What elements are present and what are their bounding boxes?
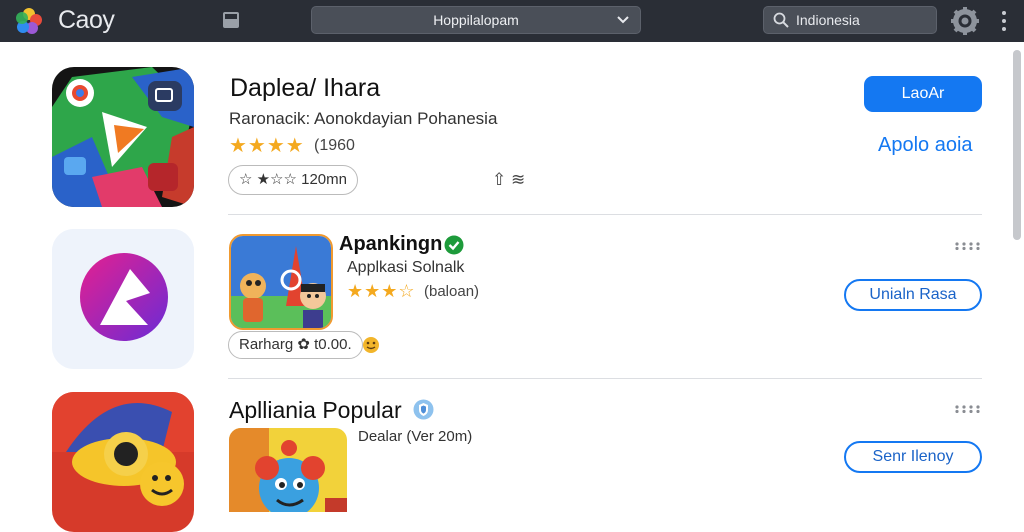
featured-extra-icons[interactable]: ⇧ ≋ [492, 170, 525, 190]
featured-size-pill: ☆ ★☆☆ 120mn [228, 165, 358, 195]
app-page-link[interactable]: Apolo aoia [878, 134, 973, 157]
item-rating-text: (baloan) [424, 283, 480, 300]
more-vertical-icon[interactable] [998, 10, 1010, 32]
item-action-button[interactable]: Unialn Rasa [844, 279, 982, 311]
emoji-icon [363, 337, 379, 353]
item-rating-stars: ★★★☆ [347, 281, 416, 301]
item-subtitle: Applkasi Solnalk [347, 259, 465, 276]
item-screenshot-thumb[interactable] [229, 234, 333, 330]
divider [228, 378, 982, 379]
more-options-icon[interactable] [954, 405, 982, 413]
featured-rating-stars: ★★★★ [229, 135, 305, 157]
featured-app-icon[interactable] [52, 67, 194, 207]
item-subtitle: Dealar (Ver 20m) [358, 428, 473, 445]
featured-subtitle: Raronacik: Aonokdayian Pohanesia [229, 109, 498, 128]
search-icon [773, 12, 789, 28]
featured-title: Daplea/ Ihara [230, 74, 381, 102]
search-value: Indionesia [796, 12, 860, 28]
gear-icon[interactable] [950, 6, 980, 36]
top-bar: Caoy Hoppilalopam Indionesia [0, 0, 1024, 42]
item-action-button[interactable]: Senr Ilenoy [844, 441, 982, 473]
verified-badge-icon [444, 235, 464, 255]
search-input[interactable]: Indionesia [763, 6, 937, 34]
category-dropdown[interactable]: Hoppilalopam [311, 6, 641, 34]
scrollbar-thumb[interactable] [1013, 50, 1021, 240]
item-app-icon[interactable] [52, 392, 194, 532]
featured-rating-count: (1960 [314, 137, 355, 154]
dropdown-label: Hoppilalopam [433, 12, 519, 28]
brand-name: Caoy [58, 6, 115, 34]
more-options-icon[interactable] [954, 242, 982, 250]
get-button[interactable]: LaoAr [864, 76, 982, 112]
item-screenshot-thumb[interactable] [229, 428, 347, 512]
verified-badge-icon [413, 399, 434, 420]
divider [228, 214, 982, 215]
item-title: Apankingn [339, 233, 443, 255]
item-title: Aplliania Popular [229, 397, 402, 423]
window-icon[interactable] [222, 11, 240, 29]
app-logo-icon[interactable] [14, 6, 44, 36]
chevron-down-icon [617, 16, 629, 24]
item-app-icon[interactable] [52, 229, 194, 369]
item-price-pill: Rarharg ✿ t0.00. [228, 331, 363, 359]
